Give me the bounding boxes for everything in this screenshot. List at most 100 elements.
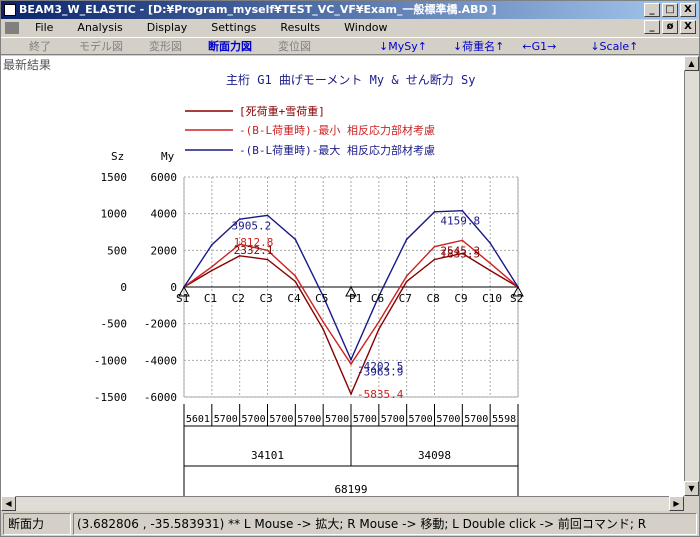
sz-tick-label: -1500 (94, 391, 127, 404)
series-point (461, 239, 464, 242)
segment-dim-label: 5598 (492, 414, 516, 425)
span-dim-label: 34098 (418, 449, 451, 462)
legend-dead-load: [死荷重+雪荷重] (239, 104, 325, 118)
series-point (211, 269, 213, 272)
vertical-scrollbar[interactable]: ▲ ▼ (684, 56, 699, 496)
node-labels: S1 C1 C2 C3 C4 C5 P1 C6 C7 C8 C9 C10 S2 (176, 285, 524, 305)
status-bar: 断面力 (3.682806 , -35.583931) ** L Mouse -… (1, 512, 699, 536)
model-view-button[interactable]: モデル図 (73, 38, 129, 54)
value-label-peak1: -5835.4 (357, 388, 404, 401)
axis-ticks: -1500 -1000 -500 0 500 1000 1500 -6000 -4000 -200… (94, 171, 177, 404)
value-label-right_mid: 2545.3 (440, 244, 480, 257)
node-label: S1 (176, 292, 189, 305)
node-label: C6 (371, 292, 384, 305)
segment-dim-label: 5700 (353, 414, 377, 425)
maximize-button[interactable]: □ (662, 3, 678, 17)
menu-file[interactable]: File (23, 21, 65, 34)
displacement-button[interactable]: 変位図 (272, 38, 317, 54)
series-point (294, 280, 297, 283)
menu-analysis[interactable]: Analysis (65, 21, 134, 34)
menu-display[interactable]: Display (135, 21, 200, 34)
scale-toggle[interactable]: ↓Scale↑ (584, 40, 644, 53)
minimize-button[interactable]: _ (644, 3, 660, 17)
total-dim-label: 68199 (334, 483, 367, 496)
series-point (433, 245, 436, 248)
series-point (489, 242, 491, 244)
node-label: P1 (349, 292, 362, 305)
corner-label: 最新結果 (3, 57, 51, 72)
segment-dim-label: 5700 (464, 414, 488, 425)
series-point (378, 321, 380, 323)
series-point (489, 269, 491, 272)
series-point (294, 238, 297, 241)
window-controls: _ □ X (644, 3, 696, 17)
horizontal-scrollbar[interactable]: ◀ ▶ (1, 496, 684, 511)
sz-tick-label: -500 (101, 318, 128, 331)
title-bar[interactable]: BEAM3_W_ELASTIC - [D:¥Program_myself¥TES… (1, 1, 699, 19)
inner-minimize-button[interactable]: _ (644, 20, 660, 34)
scroll-up-arrow[interactable]: ▲ (684, 56, 699, 71)
end-button[interactable]: 終了 (23, 38, 57, 54)
inner-restore-button[interactable]: ø (662, 20, 678, 34)
node-label: C1 (204, 292, 217, 305)
deform-view-button[interactable]: 変形図 (143, 38, 188, 54)
menu-settings[interactable]: Settings (199, 21, 268, 34)
series-point (433, 258, 436, 261)
series-point (461, 209, 464, 212)
menu-results[interactable]: Results (268, 21, 332, 34)
node-label: C4 (287, 292, 301, 305)
sz-tick-label: 1000 (101, 208, 128, 221)
series-point (405, 238, 408, 241)
series-point (322, 321, 324, 323)
girder-toggle[interactable]: ←G1→ (516, 40, 562, 53)
series-point (433, 211, 436, 213)
node-label: C8 (427, 292, 440, 305)
status-message: (3.682806 , -35.583931) ** L Mouse -> 拡大… (73, 513, 697, 535)
close-button[interactable]: X (680, 3, 696, 17)
span-dim-label: 34101 (251, 449, 284, 462)
node-label: S2 (510, 292, 523, 305)
sz-tick-label: 0 (120, 281, 127, 294)
node-label: C3 (260, 292, 273, 305)
legend: [死荷重+雪荷重] -(B-L荷重時)-最小 相反応力部材考慮 -(B-L荷重時… (185, 104, 435, 157)
drawing-canvas[interactable]: 最新結果 主桁 G1 曲げモーメント My & せん断力 Sy [死荷重+雪荷重… (1, 56, 684, 496)
scroll-right-arrow[interactable]: ▶ (669, 496, 684, 511)
series-point (350, 363, 352, 365)
mysy-toggle[interactable]: ↓MySy↑ (373, 40, 433, 53)
value-label-left_mid: 2332.1 (234, 244, 274, 257)
inner-close-button[interactable]: X (680, 20, 696, 34)
series-point (211, 266, 213, 268)
legend-bl-min: -(B-L荷重時)-最小 相反応力部材考慮 (239, 123, 435, 137)
diagram-svg: 最新結果 主桁 G1 曲げモーメント My & せん断力 Sy [死荷重+雪荷重… (3, 57, 524, 496)
app-icon (4, 4, 16, 16)
chart-title: 主桁 G1 曲げモーメント My & せん断力 Sy (226, 72, 475, 87)
status-mode: 断面力 (3, 513, 71, 535)
app-window: BEAM3_W_ELASTIC - [D:¥Program_myself¥TES… (0, 0, 700, 537)
series-point (405, 275, 408, 277)
segment-dim-label: 5700 (214, 414, 238, 425)
segment-dim-label: 5700 (436, 414, 460, 425)
value-label-right_max: 4159.8 (440, 215, 480, 228)
dimension-lines: 5601 5700 5700 5700 5700 5700 5700 5700 5700 5700… (183, 404, 519, 496)
value-label-left_max: 3905.2 (232, 219, 272, 232)
document-icon[interactable] (5, 21, 19, 34)
load-name-toggle[interactable]: ↓荷重名↑ (447, 38, 510, 54)
segment-dim-label: 5700 (381, 414, 405, 425)
series-point (266, 258, 269, 261)
segment-dim-label: 5700 (242, 414, 266, 425)
node-label: C2 (232, 292, 245, 305)
scroll-left-arrow[interactable]: ◀ (1, 496, 16, 511)
scroll-down-arrow[interactable]: ▼ (684, 481, 699, 496)
window-title: BEAM3_W_ELASTIC - [D:¥Program_myself¥TES… (19, 3, 497, 16)
menu-bar: File Analysis Display Settings Results W… (1, 19, 699, 36)
inner-window-controls: _ ø X (644, 20, 696, 34)
legend-bl-max: -(B-L荷重時)-最大 相反応力部材考慮 (239, 143, 435, 157)
my-tick-label: 6000 (151, 171, 178, 184)
series-point (350, 393, 352, 395)
menu-window[interactable]: Window (332, 21, 399, 34)
sz-tick-label: 1500 (101, 171, 128, 184)
node-label: C5 (315, 292, 328, 305)
section-force-button[interactable]: 断面力図 (202, 38, 258, 54)
sz-axis-header: Sz (111, 150, 124, 163)
my-tick-label: -2000 (144, 318, 177, 331)
